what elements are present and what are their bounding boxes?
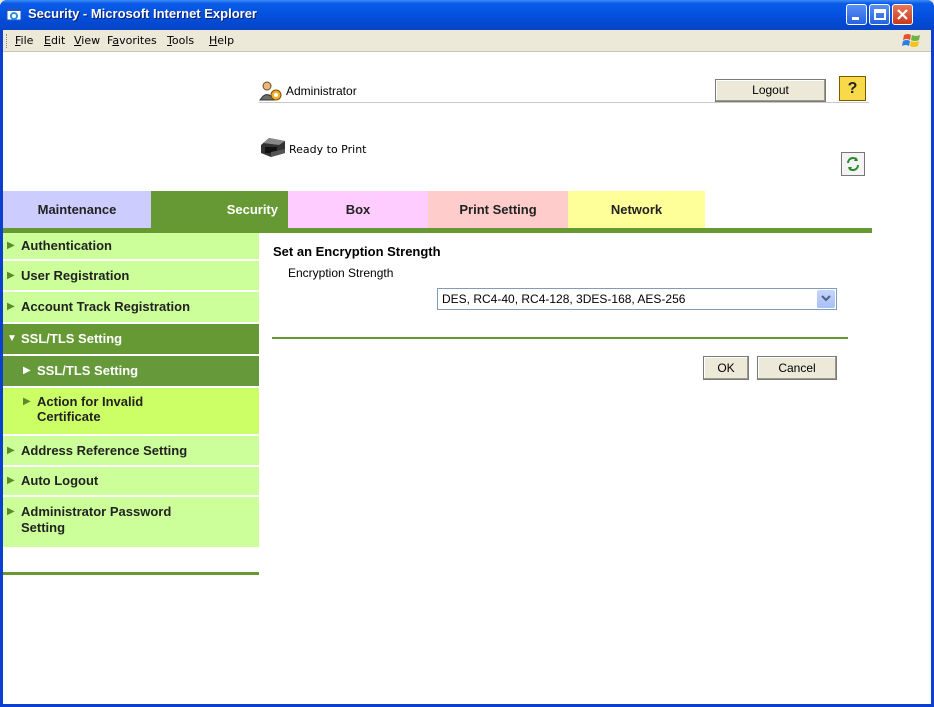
arrow-right-icon: ▶ <box>23 396 31 407</box>
arrow-down-icon: ▼ <box>7 333 17 344</box>
sidebar-item-ssl-tls-setting[interactable]: ▼ SSL/TLS Setting <box>3 324 259 356</box>
section-title: Set an Encryption Strength <box>273 244 441 259</box>
window-title: Security - Microsoft Internet Explorer <box>28 6 257 21</box>
sidebar-subitem-ssl-tls-setting[interactable]: ▶ SSL/TLS Setting <box>3 356 259 388</box>
arrow-right-icon: ▶ <box>23 365 31 376</box>
menu-help[interactable]: Help <box>209 34 234 47</box>
help-button[interactable]: ? <box>839 76 866 101</box>
sidebar-item-admin-password-setting[interactable]: ▶ Administrator Password Setting <box>3 497 259 549</box>
sidebar: ▶ Authentication ▶ User Registration ▶ A… <box>3 233 259 549</box>
maximize-button[interactable] <box>869 4 890 25</box>
header-divider <box>259 102 869 103</box>
page-content: Administrator Logout ? Ready to Print Ma… <box>3 52 931 704</box>
main-divider <box>272 337 848 339</box>
sidebar-item-auto-logout[interactable]: ▶ Auto Logout <box>3 467 259 497</box>
tab-print-setting[interactable]: Print Setting <box>428 191 568 228</box>
sidebar-item-account-track-registration[interactable]: ▶ Account Track Registration <box>3 292 259 324</box>
arrow-right-icon: ▶ <box>7 240 15 251</box>
ie-icon <box>6 6 23 23</box>
tab-bar: Maintenance Security Box Print Setting N… <box>3 191 931 228</box>
printer-icon <box>259 135 287 162</box>
menu-bar: File Edit View Favorites Tools Help <box>3 30 931 52</box>
menu-grip <box>6 34 9 48</box>
arrow-right-icon: ▶ <box>7 445 15 456</box>
encryption-strength-label: Encryption Strength <box>288 266 394 280</box>
user-name: Administrator <box>286 84 357 98</box>
sidebar-item-user-registration[interactable]: ▶ User Registration <box>3 261 259 292</box>
menu-view[interactable]: View <box>74 34 100 47</box>
chevron-down-icon[interactable] <box>817 290 835 308</box>
refresh-icon <box>847 157 859 171</box>
printer-status: Ready to Print <box>289 143 367 156</box>
logout-button[interactable]: Logout <box>715 79 826 102</box>
arrow-right-icon: ▶ <box>7 475 15 486</box>
encryption-strength-select[interactable]: DES, RC4-40, RC4-128, 3DES-168, AES-256 <box>437 288 837 310</box>
ok-button[interactable]: OK <box>703 356 749 380</box>
cancel-button[interactable]: Cancel <box>757 356 837 380</box>
menu-file[interactable]: File <box>15 34 33 47</box>
arrow-right-icon: ▶ <box>7 270 15 281</box>
tab-box[interactable]: Box <box>288 191 428 228</box>
tab-maintenance[interactable]: Maintenance <box>3 191 151 228</box>
arrow-right-icon: ▶ <box>7 506 15 517</box>
title-bar[interactable]: Security - Microsoft Internet Explorer <box>0 0 934 30</box>
sidebar-item-authentication[interactable]: ▶ Authentication <box>3 233 259 261</box>
menu-tools[interactable]: Tools <box>167 34 194 47</box>
close-button[interactable] <box>892 4 913 25</box>
minimize-button[interactable] <box>846 4 867 25</box>
arrow-right-icon: ▶ <box>7 301 15 312</box>
menu-edit[interactable]: Edit <box>44 34 65 47</box>
encryption-strength-value: DES, RC4-40, RC4-128, 3DES-168, AES-256 <box>442 292 686 306</box>
sidebar-subitem-action-invalid-certificate[interactable]: ▶ Action for Invalid Certificate <box>3 388 259 436</box>
sidebar-divider <box>3 572 259 575</box>
sidebar-item-address-reference-setting[interactable]: ▶ Address Reference Setting <box>3 436 259 467</box>
browser-window: Security - Microsoft Internet Explorer F… <box>0 0 934 707</box>
tab-network[interactable]: Network <box>568 191 705 228</box>
menu-favorites[interactable]: Favorites <box>107 34 157 47</box>
refresh-button[interactable] <box>841 152 865 176</box>
windows-logo-icon <box>901 32 923 50</box>
tab-security[interactable]: Security <box>151 191 288 228</box>
